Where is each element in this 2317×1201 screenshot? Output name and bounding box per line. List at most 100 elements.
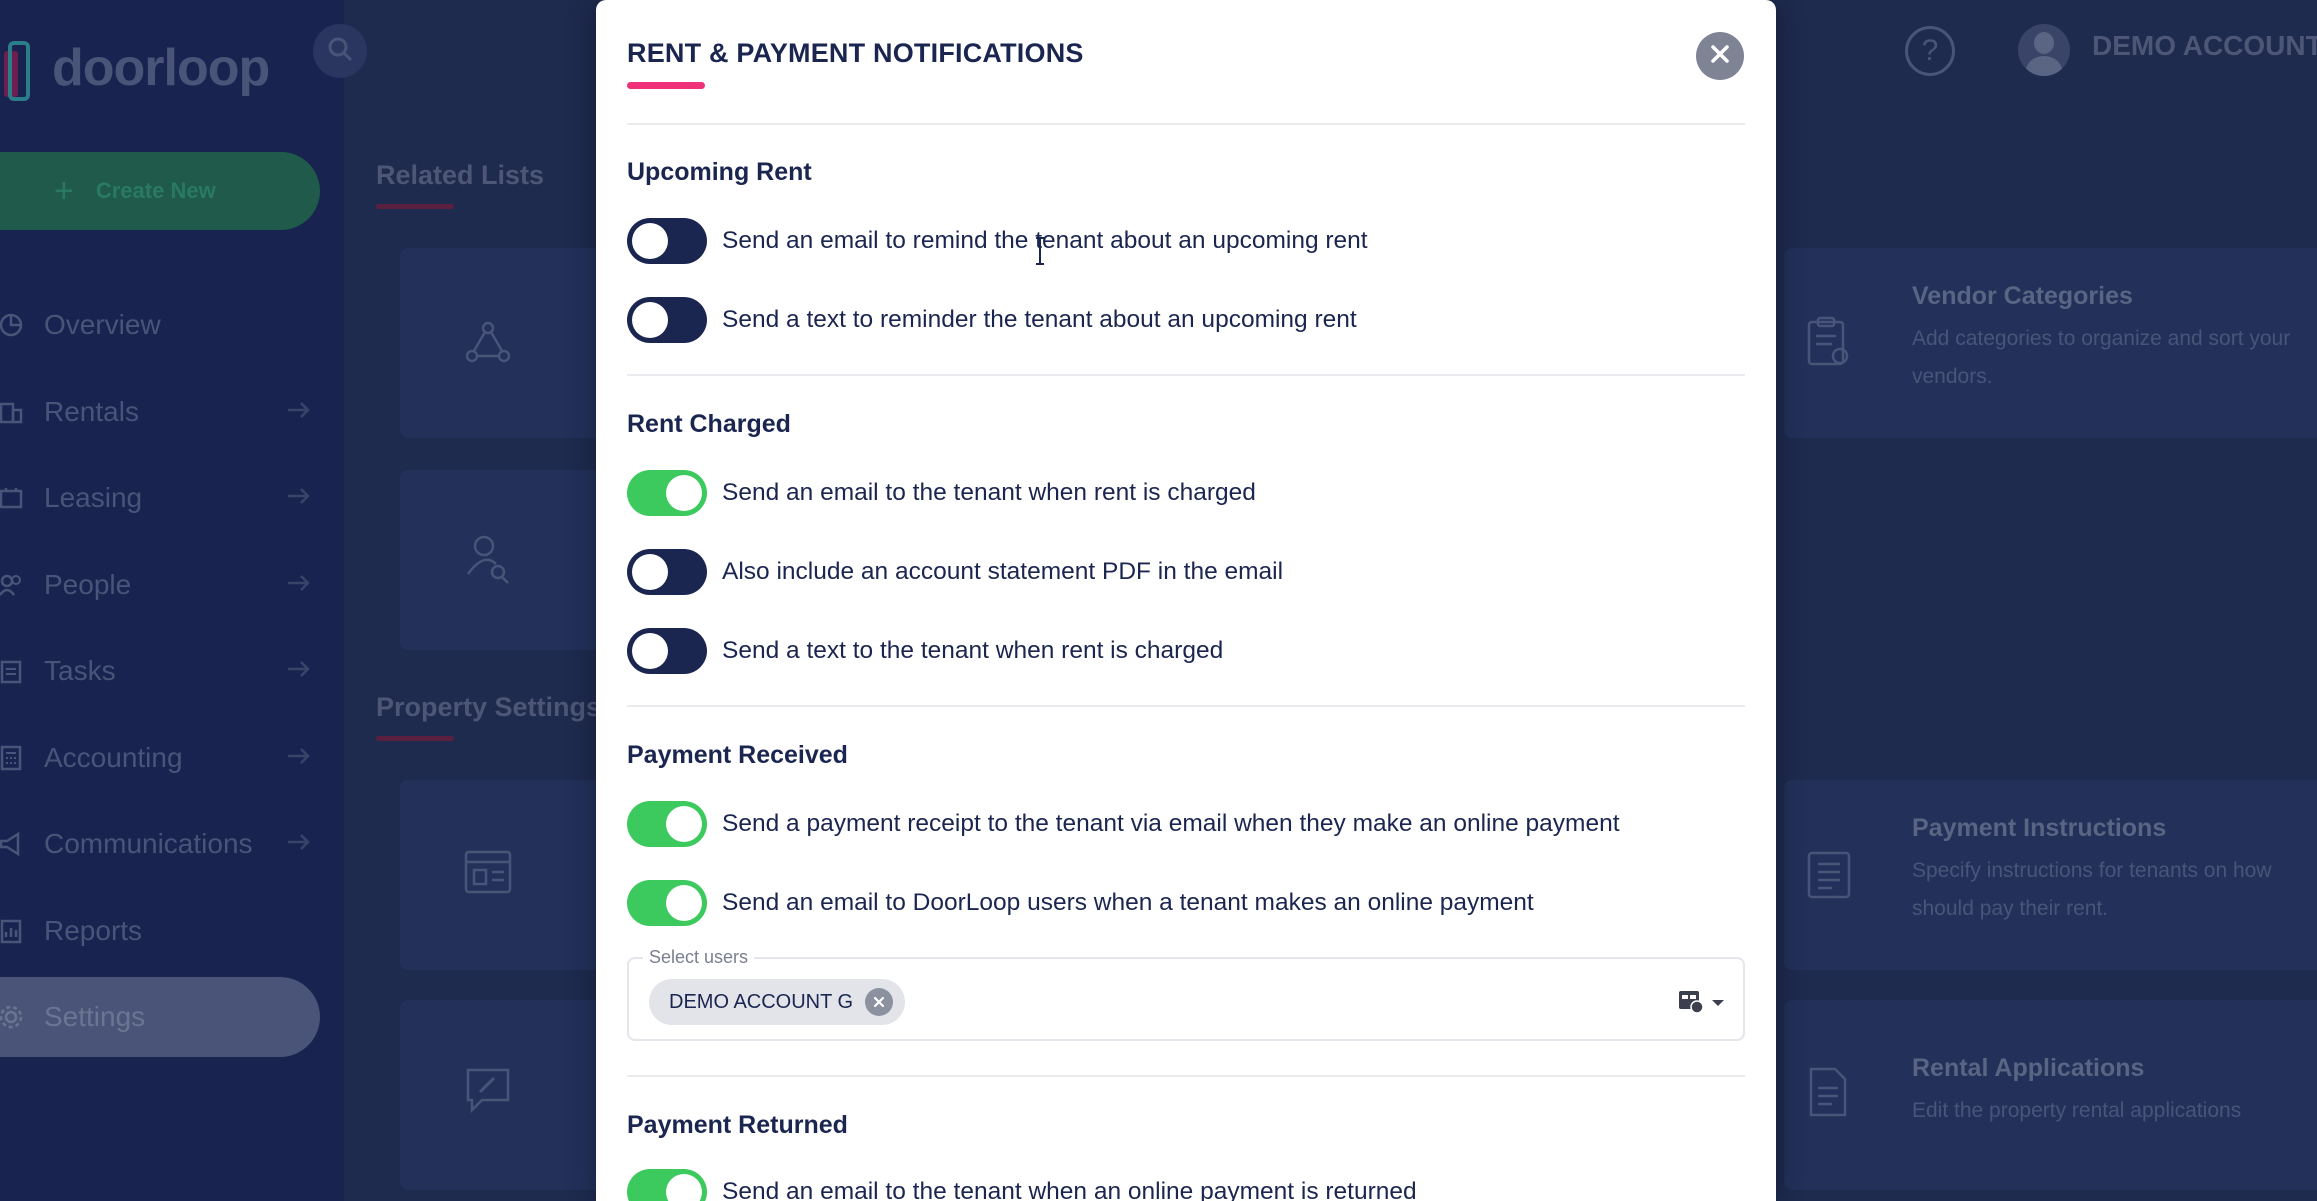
toggle-row-payment-receipt: Send a payment receipt to the tenant via… [627,799,1620,849]
report-icon [0,918,24,944]
text-upcoming-rent-toggle[interactable] [627,297,707,343]
select-users-label: Select users [643,947,755,968]
key-icon [0,485,24,511]
sidebar-item-leasing[interactable]: Leasing [0,455,344,542]
maintenance-chat-icon [464,1066,512,1119]
card-title: Vendor Categories [1912,282,2133,310]
help-icon[interactable]: ? [1905,26,1955,76]
toggle-row-notify-users: Send an email to DoorLoop users when a t… [627,878,1534,928]
create-new-label: Create New [95,178,216,203]
card-desc-line1: Specify instructions for tenants on how [1912,859,2272,882]
close-button[interactable] [1696,32,1744,80]
toggle-row-email-charged: Send an email to the tenant when rent is… [627,468,1256,518]
document-icon [1808,1066,1848,1123]
card-desc-line1: Edit the property rental applications [1912,1099,2242,1122]
people-icon [0,572,24,598]
arrow-right-icon [284,827,314,864]
select-dropdown-toggle[interactable] [1677,987,1725,1020]
email-rent-charged-toggle[interactable] [627,470,707,516]
sidebar-item-settings[interactable]: Settings [0,977,320,1057]
user-group-icon [1677,987,1705,1020]
sidebar-nav: Overview Rentals Leasing People Tasks Ac… [0,282,344,1060]
sidebar-item-reports[interactable]: Reports [0,888,344,975]
gear-icon [0,1004,24,1030]
title-underline [627,82,705,89]
pie-chart-icon [0,312,24,338]
arrow-right-icon [284,395,314,432]
payment-received-title: Payment Received [627,741,848,769]
arrow-right-icon [284,568,314,605]
divider [627,1075,1745,1077]
divider [627,123,1745,125]
sidebar-item-label: Overview [44,309,161,341]
payment-instructions-card[interactable]: Payment Instructions Specify instruction… [1784,780,2317,970]
logo-text: doorloop [52,39,270,97]
sidebar-item-label: Accounting [44,741,183,773]
card-title: Payment Instructions [1912,814,2167,842]
sidebar-item-overview[interactable]: Overview [0,282,344,369]
toggle-row-payment-returned: Send an email to the tenant when an onli… [627,1167,1417,1201]
calculator-icon [0,745,24,771]
toggle-label: Send an email to DoorLoop users when a t… [722,889,1534,916]
dialog-title: RENT & PAYMENT NOTIFICATIONS [627,38,1084,68]
account-name[interactable]: DEMO ACCOUNT [2092,30,2317,62]
chip-remove-icon[interactable] [865,988,894,1016]
card-desc-line2: vendors. [1912,365,1993,388]
toggle-row-text-charged: Send a text to the tenant when rent is c… [627,626,1223,676]
property-settings-title: Property Settings [376,692,602,722]
payment-returned-title: Payment Returned [627,1111,848,1139]
toggle-label: Send an email to the tenant when rent is… [722,479,1256,506]
rental-applications-card[interactable]: Rental Applications Edit the property re… [1784,1000,2317,1190]
sidebar-item-label: Settings [44,1001,146,1032]
text-rent-charged-toggle[interactable] [627,628,707,674]
toggle-label: Also include an account statement PDF in… [722,558,1284,585]
clipboard-icon [0,658,24,684]
create-new-button[interactable]: + Create New [0,152,320,230]
card-desc-line1: Add categories to organize and sort your [1912,327,2291,350]
rent-charged-title: Rent Charged [627,410,791,438]
toggle-label: Send a text to reminder the tenant about… [722,306,1357,333]
sidebar-item-people[interactable]: People [0,542,344,629]
network-icon [464,318,512,371]
upcoming-rent-title: Upcoming Rent [627,158,812,186]
arrow-right-icon [284,481,314,518]
app-logo[interactable]: doorloop [0,28,270,108]
sidebar-item-label: Reports [44,914,143,946]
notify-users-toggle[interactable] [627,880,707,926]
megaphone-icon [0,831,24,857]
statement-pdf-toggle[interactable] [627,549,707,595]
sidebar-item-label: Communications [44,828,253,860]
arrow-right-icon [284,741,314,778]
sidebar-item-tasks[interactable]: Tasks [0,628,344,715]
toggle-label: Send a payment receipt to the tenant via… [722,810,1620,837]
section-underline [376,736,454,741]
close-icon [1709,43,1731,70]
toggle-row-text-upcoming: Send a text to reminder the tenant about… [627,295,1357,345]
sidebar-item-accounting[interactable]: Accounting [0,715,344,802]
toggle-row-statement-pdf: Also include an account statement PDF in… [627,547,1283,597]
text-cursor-icon [1033,236,1047,271]
vendor-categories-card[interactable]: Vendor Categories Add categories to orga… [1784,248,2317,438]
search-button[interactable] [313,24,367,78]
card-title: Rental Applications [1912,1054,2145,1082]
plus-icon: + [54,171,74,210]
sidebar-item-label: Rentals [44,395,139,427]
payment-receipt-toggle[interactable] [627,801,707,847]
rent-payment-notifications-dialog: RENT & PAYMENT NOTIFICATIONS Upcoming Re… [596,0,1776,1201]
search-icon [326,35,354,68]
email-upcoming-rent-toggle[interactable] [627,218,707,264]
sidebar-item-communications[interactable]: Communications [0,801,344,888]
clipboard-list-icon [1806,316,1852,373]
payment-returned-toggle[interactable] [627,1169,707,1201]
document-list-icon [1806,850,1852,905]
toggle-row-email-upcoming: Send an email to remind the tenant about… [627,216,1368,266]
browser-icon [464,850,512,899]
select-users-field[interactable]: Select users DEMO ACCOUNT G [627,947,1745,1041]
toggle-label: Send an email to the tenant when an onli… [722,1178,1417,1201]
sidebar-item-rentals[interactable]: Rentals [0,369,344,456]
toggle-label: Send a text to the tenant when rent is c… [722,637,1224,664]
related-lists-title: Related Lists [376,160,545,190]
divider [627,705,1745,707]
user-chip[interactable]: DEMO ACCOUNT G [649,979,906,1025]
avatar[interactable] [2018,24,2070,76]
